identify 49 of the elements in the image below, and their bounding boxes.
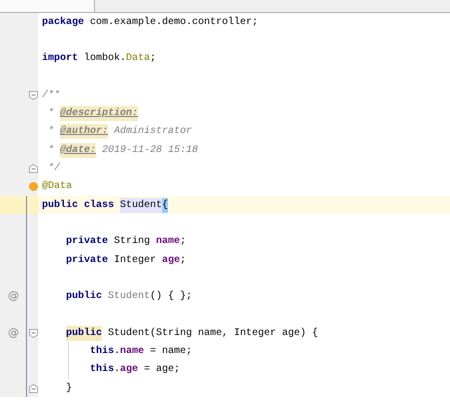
- keyword: public class: [42, 198, 116, 213]
- code-text: com.example.demo.controller;: [89, 16, 258, 30]
- code-text: = name;: [149, 344, 192, 359]
- comment-text: *: [47, 124, 56, 140]
- keyword: this: [90, 362, 114, 378]
- keyword: this: [90, 344, 114, 359]
- annotation: @Data: [42, 180, 72, 194]
- gutter-marker[interactable]: @: [8, 324, 19, 342]
- code-text: = age;: [143, 363, 180, 378]
- keyword: private: [66, 254, 108, 268]
- code-text: .: [114, 344, 120, 359]
- field-name: name: [156, 235, 180, 250]
- comment-text: /**: [42, 88, 60, 103]
- comment-text: *: [47, 106, 56, 122]
- fold-icon[interactable]: [29, 90, 38, 100]
- field-name: age: [162, 254, 180, 268]
- class-name: Student: [120, 198, 162, 213]
- doc-tag: @description:: [60, 106, 138, 122]
- code-text: }: [66, 382, 72, 396]
- keyword: import: [42, 52, 78, 66]
- field-name: name: [120, 344, 144, 359]
- keyword: public: [66, 290, 104, 304]
- code-text: () { };: [150, 290, 192, 304]
- code-text: Integer: [113, 254, 158, 268]
- intention-bulb-icon[interactable]: [29, 182, 38, 192]
- fold-icon[interactable]: [29, 328, 38, 338]
- constructor-name: Student: [108, 290, 150, 304]
- gutter-marker[interactable]: @: [8, 288, 19, 305]
- code-text: .: [114, 363, 120, 378]
- code-text: ;: [150, 52, 156, 66]
- comment-text: *: [47, 144, 56, 158]
- field-name: age: [120, 363, 138, 378]
- keyword: package: [42, 16, 84, 30]
- fold-icon[interactable]: [29, 164, 38, 174]
- comment-text: 2019-11-28 15:18: [101, 144, 198, 158]
- code-text: lombok.: [83, 52, 126, 66]
- code-text: String: [113, 234, 152, 250]
- doc-tag: @author:: [60, 124, 108, 140]
- code-text: ;: [180, 235, 186, 250]
- code-text: ;: [180, 254, 186, 268]
- fold-icon[interactable]: [29, 384, 38, 393]
- keyword: public: [66, 326, 102, 341]
- code-text: Student(String name, Integer age) {: [107, 326, 318, 341]
- brace: {: [162, 198, 168, 213]
- keyword: private: [66, 234, 108, 250]
- comment-text: */: [47, 162, 60, 176]
- comment-text: Administrator: [112, 124, 192, 140]
- doc-tag: @date:: [60, 142, 96, 158]
- annotation: Data: [126, 52, 150, 66]
